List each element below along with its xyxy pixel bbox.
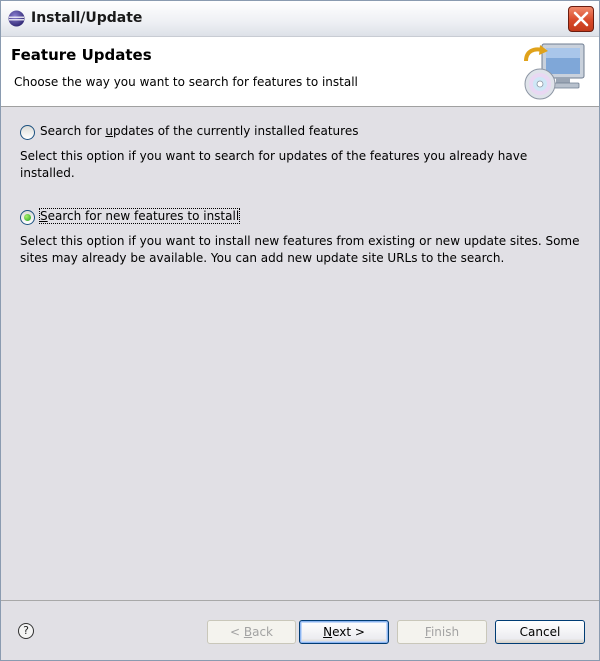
cancel-button[interactable]: Cancel — [495, 620, 585, 644]
wizard-content: Search for updates of the currently inst… — [1, 107, 599, 600]
option-search-updates-description: Select this option if you want to search… — [20, 149, 528, 180]
close-button[interactable] — [568, 6, 594, 32]
back-button[interactable]: < Back — [207, 620, 296, 644]
button-bar: ? < Back Next > Finish Cancel — [1, 600, 599, 660]
title-bar[interactable]: Install/Update — [1, 1, 599, 37]
eclipse-icon — [8, 10, 25, 27]
help-icon[interactable]: ? — [18, 623, 34, 639]
install-update-wizard-icon — [524, 43, 585, 100]
option-search-updates-label[interactable]: Search for updates of the currently inst… — [40, 124, 358, 138]
page-title: Feature Updates — [11, 46, 152, 64]
page-header: Feature Updates Choose the way you want … — [1, 37, 599, 107]
radio-search-new-features[interactable] — [20, 210, 35, 225]
radio-selected-dot — [24, 214, 31, 221]
install-update-dialog: Install/Update Feature Updates Choose th… — [0, 0, 600, 661]
window-title: Install/Update — [31, 10, 143, 26]
option-search-new-features-description: Select this option if you want to instal… — [20, 234, 580, 265]
radio-search-updates[interactable] — [20, 125, 35, 140]
next-button[interactable]: Next > — [299, 620, 389, 644]
page-description: Choose the way you want to search for fe… — [14, 75, 358, 89]
option-search-new-features-label[interactable]: Search for new features to install — [38, 208, 241, 224]
close-icon — [573, 11, 589, 27]
finish-button[interactable]: Finish — [397, 620, 487, 644]
